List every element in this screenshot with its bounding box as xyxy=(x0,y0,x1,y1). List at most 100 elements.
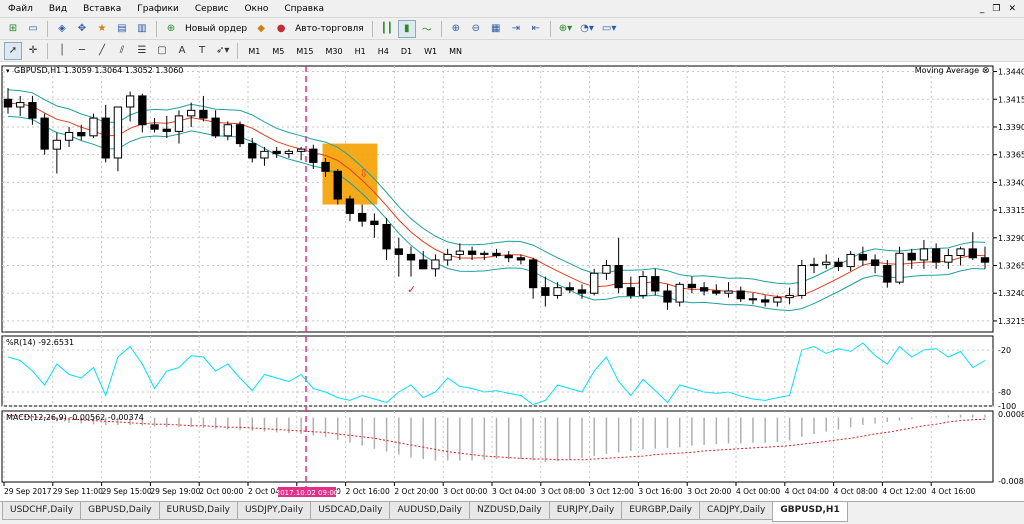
bar-chart-icon[interactable]: ┃┃ xyxy=(378,20,396,38)
toolbar-separator xyxy=(440,20,442,37)
bearish-candle xyxy=(834,261,843,268)
profiles-icon[interactable]: ▭ xyxy=(24,20,42,38)
bearish-candle xyxy=(614,265,623,289)
vertical-line-icon[interactable]: │ xyxy=(53,42,71,60)
wpr-tick-label: -20 xyxy=(998,346,1011,355)
bullish-candle xyxy=(431,259,440,270)
templates-icon[interactable]: ▭▾ xyxy=(599,20,619,38)
candlestick-icon[interactable]: ▮ xyxy=(397,19,416,38)
timeframe-w1[interactable]: W1 xyxy=(419,43,442,59)
close-icon[interactable]: ✕ xyxy=(1008,4,1016,14)
indicators-icon[interactable]: ⊕▾ xyxy=(556,20,575,38)
timeframe-m5[interactable]: M5 xyxy=(267,43,289,59)
standard-toolbar: ⊞ ▭ ◈ ✥ ★ ▤ ▥ ⊕ Новый ордер ◆ ● Авто-тор… xyxy=(0,18,1024,40)
bearish-candle xyxy=(541,287,550,296)
chart-tab[interactable]: AUDUSD,Daily xyxy=(389,502,470,520)
menu-file[interactable]: Файл xyxy=(0,0,41,18)
chart-tab[interactable]: USDJPY,Daily xyxy=(236,502,312,520)
bearish-candle xyxy=(663,290,672,303)
new-order-icon[interactable]: ⊕ xyxy=(162,20,180,38)
chart-tab[interactable]: EURGBP,Daily xyxy=(621,502,700,520)
timeframe-m15[interactable]: M15 xyxy=(291,43,318,59)
timeframe-h1[interactable]: H1 xyxy=(350,43,371,59)
bearish-candle xyxy=(138,95,147,126)
text-icon[interactable]: A xyxy=(173,42,191,60)
bearish-candle xyxy=(712,290,721,294)
menu-window[interactable]: Окно xyxy=(236,0,276,18)
time-tick-label: 3 Oct 16:00 xyxy=(638,487,682,496)
bearish-candle xyxy=(370,220,379,225)
bullish-candle xyxy=(944,255,953,263)
timeframe-d1[interactable]: D1 xyxy=(396,43,417,59)
arrows-icon[interactable]: ➶▾ xyxy=(213,42,232,60)
menu-view[interactable]: Вид xyxy=(41,0,75,18)
bearish-candle xyxy=(394,248,403,255)
bullish-candle xyxy=(64,132,74,141)
chart-tab[interactable]: USDCAD,Daily xyxy=(310,502,391,520)
chart-tab[interactable]: NZDUSD,Daily xyxy=(469,502,550,520)
bearish-candle xyxy=(870,259,880,266)
toolbar-separator xyxy=(47,20,48,37)
strategy-tester-icon[interactable]: ▥ xyxy=(133,20,151,38)
bearish-candle xyxy=(577,289,587,294)
market-watch-icon[interactable]: ◈ xyxy=(53,20,71,38)
bearish-candle xyxy=(858,253,868,261)
metaeditor-icon[interactable]: ◆ xyxy=(252,20,270,38)
chart-tab[interactable]: GBPUSD,H1 xyxy=(772,502,848,522)
bullish-candle xyxy=(785,294,794,299)
price-tick-label: 1.3315 xyxy=(998,206,1024,215)
price-tick-label: 1.3240 xyxy=(998,289,1024,298)
time-tick-label: 3 Oct 00:00 xyxy=(443,487,487,496)
chart-tabs: USDCHF,Daily GBPUSD,Daily EURUSD,Daily USDJ… xyxy=(0,501,1024,524)
time-tick-label: 2 Oct 16:00 xyxy=(346,487,390,496)
auto-trading-icon[interactable]: ● xyxy=(272,20,290,38)
periods-icon[interactable]: ◔▾ xyxy=(577,20,597,38)
fibonacci-icon[interactable]: ☰ xyxy=(133,42,151,60)
menu-insert[interactable]: Вставка xyxy=(75,0,129,18)
timeframe-mn[interactable]: MN xyxy=(444,43,467,59)
menu-help[interactable]: Справка xyxy=(276,0,332,18)
label-icon[interactable]: T xyxy=(193,42,211,60)
line-chart-icon[interactable]: 〜 xyxy=(418,20,436,38)
bullish-candle xyxy=(174,115,184,132)
cursor-icon[interactable]: ➚ xyxy=(4,41,22,60)
bearish-candle xyxy=(40,117,49,150)
chart-window[interactable]: 1.3440 1.3415 1.3390 1.3365 1.3340 1.3315 1.32… xyxy=(0,62,1024,501)
horizontal-line-icon[interactable]: ─ xyxy=(73,42,91,60)
bullish-candle xyxy=(956,248,965,257)
terminal-icon[interactable]: ▤ xyxy=(113,20,131,38)
channel-icon[interactable]: ⫽ xyxy=(113,42,131,60)
crosshair-icon[interactable]: ✛ xyxy=(24,42,42,60)
shapes-icon[interactable]: ▢ xyxy=(153,42,171,60)
data-window-icon[interactable]: ✥ xyxy=(73,20,91,38)
chart-tab[interactable]: EURJPY,Daily xyxy=(548,502,623,520)
bearish-candle xyxy=(492,252,501,257)
time-tick-label: 4 Oct 12:00 xyxy=(882,487,926,496)
tile-windows-icon[interactable]: ▦ xyxy=(487,20,505,38)
chart-shift-icon[interactable]: ⇤ xyxy=(527,20,545,38)
chart-tab[interactable]: CADJPY,Daily xyxy=(699,502,774,520)
new-chart-icon[interactable]: ⊞ xyxy=(4,20,22,38)
timeframe-m30[interactable]: M30 xyxy=(321,43,348,59)
bearish-candle xyxy=(235,124,245,145)
timeframe-h4[interactable]: H4 xyxy=(373,43,394,59)
auto-trading-button[interactable]: Авто-торговля xyxy=(292,24,367,34)
chart-tab[interactable]: EURUSD,Daily xyxy=(158,502,238,520)
price-chart[interactable]: 1.3440 1.3415 1.3390 1.3365 1.3340 1.3315 1.32… xyxy=(0,62,1024,501)
chart-tab[interactable]: GBPUSD,Daily xyxy=(80,502,160,520)
minimize-icon[interactable]: _ xyxy=(980,4,985,14)
restore-icon[interactable]: ❐ xyxy=(992,4,1000,14)
trendline-icon[interactable]: ╱ xyxy=(93,42,111,60)
timeframe-m1[interactable]: M1 xyxy=(243,43,265,59)
bearish-candle xyxy=(382,223,391,250)
new-order-button[interactable]: Новый ордер xyxy=(182,24,250,34)
price-tick-label: 1.3265 xyxy=(998,262,1024,271)
menu-charts[interactable]: Графики xyxy=(129,0,187,18)
time-tick-label: 29 Sep 2017 xyxy=(4,487,52,496)
navigator-icon[interactable]: ★ xyxy=(93,20,111,38)
chart-tab[interactable]: USDCHF,Daily xyxy=(2,502,82,520)
auto-scroll-icon[interactable]: ⇥ xyxy=(507,20,525,38)
zoom-in-icon[interactable]: ⊕ xyxy=(447,20,465,38)
zoom-out-icon[interactable]: ⊖ xyxy=(467,20,485,38)
menu-tools[interactable]: Сервис xyxy=(187,0,237,18)
